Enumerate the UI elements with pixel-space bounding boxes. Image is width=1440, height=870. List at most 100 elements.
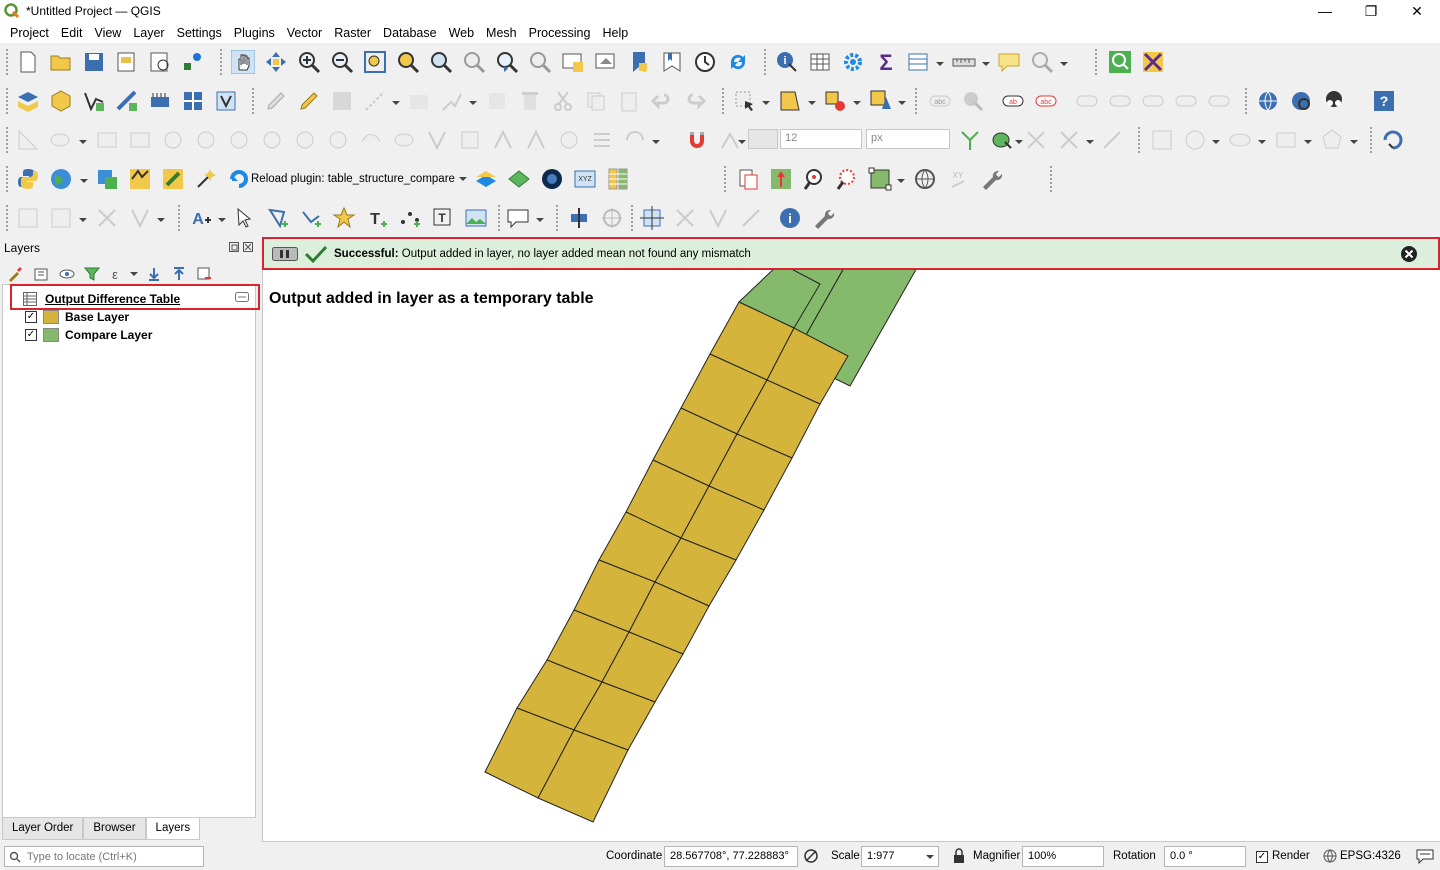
zoom-in-icon[interactable] — [297, 50, 321, 74]
plugin-wand-icon[interactable] — [194, 167, 218, 191]
extent-tool-icon[interactable] — [868, 167, 892, 191]
edit-pencil-icon[interactable] — [485, 89, 509, 113]
plugin-xyz-tiles-icon[interactable]: XYZ — [573, 167, 597, 191]
snap-tolerance-input[interactable]: 12 — [780, 129, 862, 149]
save-project-icon[interactable] — [82, 50, 106, 74]
avoid-overlap-icon[interactable] — [1100, 128, 1124, 152]
simplify-icon[interactable] — [161, 128, 185, 152]
tab-browser[interactable]: Browser — [83, 818, 146, 840]
open-project-icon[interactable] — [49, 50, 73, 74]
digitize-shape-icon[interactable] — [16, 128, 40, 152]
add-marker-annotation-icon[interactable] — [332, 206, 356, 230]
toggle-editing-icon[interactable] — [297, 89, 321, 113]
reshape-icon[interactable] — [95, 128, 119, 152]
filter-by-expression-icon[interactable]: ε — [108, 266, 124, 282]
network-globe-icon[interactable] — [913, 167, 937, 191]
offset-icon[interactable] — [392, 128, 416, 152]
trim-extend-icon[interactable] — [623, 128, 647, 152]
change-label-icon[interactable] — [1141, 89, 1165, 113]
menu-plugins[interactable]: Plugins — [228, 26, 281, 40]
vertex-tool-icon[interactable] — [407, 89, 431, 113]
split-features-icon[interactable] — [425, 128, 449, 152]
pan-to-selection-icon[interactable] — [264, 50, 288, 74]
show-hide-labels-icon[interactable]: abc — [1034, 89, 1058, 113]
plugin-table-compare-icon[interactable] — [606, 167, 630, 191]
text-annotation-icon[interactable] — [506, 206, 530, 230]
open-attribute-table-icon[interactable] — [808, 50, 832, 74]
merge-attributes-icon[interactable] — [524, 128, 548, 152]
delete-selected-icon[interactable] — [518, 89, 542, 113]
new-project-icon[interactable] — [16, 50, 40, 74]
plugin-earth-icon[interactable] — [540, 167, 564, 191]
menu-raster[interactable]: Raster — [328, 26, 377, 40]
raster-tool-4-icon[interactable] — [128, 206, 152, 230]
close-panel-icon[interactable] — [243, 242, 253, 252]
add-wms-layer-icon[interactable] — [1256, 89, 1280, 113]
snapping-magnet-icon[interactable] — [685, 128, 709, 152]
polygon-digitize-icon[interactable] — [1320, 128, 1344, 152]
merge-features-icon[interactable] — [491, 128, 515, 152]
zoom-to-selection-icon[interactable] — [396, 50, 420, 74]
select-location-icon[interactable] — [869, 89, 893, 113]
rectangle-digitize-icon[interactable] — [1274, 128, 1298, 152]
select-by-value-icon[interactable] — [778, 89, 802, 113]
new-bookmark-icon[interactable] — [627, 50, 651, 74]
add-line-text-icon[interactable] — [398, 206, 422, 230]
delete-ring-icon[interactable] — [293, 128, 317, 152]
pan-map-icon[interactable] — [231, 50, 255, 74]
reload-plugin-label[interactable]: Reload plugin: table_structure_compare — [251, 173, 455, 185]
zoom-to-layer-icon[interactable] — [429, 50, 453, 74]
plugin-xy-tool-icon[interactable] — [128, 167, 152, 191]
shape-digitize-icon[interactable] — [1150, 128, 1174, 152]
locate-tool-icon[interactable] — [1030, 50, 1054, 74]
add-wfs-layer-icon[interactable] — [1289, 89, 1313, 113]
rotation-spinbox[interactable]: 0.0 ° — [1164, 846, 1246, 867]
label-tool-icon[interactable]: abc — [928, 89, 952, 113]
processing-toolbox-icon[interactable] — [841, 50, 865, 74]
cut-features-icon[interactable] — [551, 89, 575, 113]
menu-settings[interactable]: Settings — [171, 26, 228, 40]
add-mesh-layer-icon[interactable] — [148, 89, 172, 113]
style-manager-icon[interactable] — [181, 50, 205, 74]
zoom-last-icon[interactable] — [495, 50, 519, 74]
menu-view[interactable]: View — [88, 26, 127, 40]
redo-icon[interactable] — [683, 89, 707, 113]
python-console-icon[interactable] — [16, 167, 40, 191]
label-abc-icon[interactable]: A — [189, 206, 213, 230]
restore-button[interactable]: ❐ — [1348, 0, 1394, 22]
fill-ring-icon[interactable] — [260, 128, 284, 152]
highlight-label-icon[interactable]: ab — [1001, 89, 1025, 113]
offset-curve-icon[interactable] — [128, 128, 152, 152]
raster-tool-3-icon[interactable] — [95, 206, 119, 230]
copy-features-icon[interactable] — [584, 89, 608, 113]
new-print-layout-icon[interactable] — [115, 50, 139, 74]
open-layer-styling-icon[interactable] — [7, 266, 23, 282]
layer-tool-icon[interactable] — [95, 167, 119, 191]
select-features-icon[interactable] — [733, 89, 757, 113]
options-wrench-icon[interactable] — [811, 206, 835, 230]
close-message-icon[interactable] — [1400, 245, 1418, 263]
filter-legend-icon[interactable] — [84, 266, 100, 282]
menu-vector[interactable]: Vector — [281, 26, 328, 40]
copy-table-icon[interactable] — [736, 167, 760, 191]
split-parts-icon[interactable] — [458, 128, 482, 152]
add-rect-text-icon[interactable]: T — [431, 206, 455, 230]
web-globe-icon[interactable] — [49, 167, 73, 191]
unpin-label-icon[interactable] — [1207, 89, 1231, 113]
menu-help[interactable]: Help — [596, 26, 634, 40]
measure-line-icon[interactable] — [952, 50, 976, 74]
new-3d-view-icon[interactable] — [594, 50, 618, 74]
add-picture-annotation-icon[interactable] — [464, 206, 488, 230]
add-part-icon[interactable] — [227, 128, 251, 152]
crs-globe-icon[interactable] — [1323, 849, 1337, 863]
manage-map-themes-icon[interactable] — [59, 266, 75, 282]
self-snapping-icon[interactable] — [1057, 128, 1081, 152]
menu-database[interactable]: Database — [377, 26, 443, 40]
close-window-button[interactable]: ✕ — [1394, 0, 1440, 22]
add-line-annotation-icon[interactable] — [299, 206, 323, 230]
menu-processing[interactable]: Processing — [523, 26, 597, 40]
minimize-button[interactable]: — — [1302, 0, 1348, 22]
offset-point-symbols-icon[interactable] — [590, 128, 614, 152]
add-polygon-annotation-icon[interactable] — [266, 206, 290, 230]
add-point-text-icon[interactable]: T — [365, 206, 389, 230]
